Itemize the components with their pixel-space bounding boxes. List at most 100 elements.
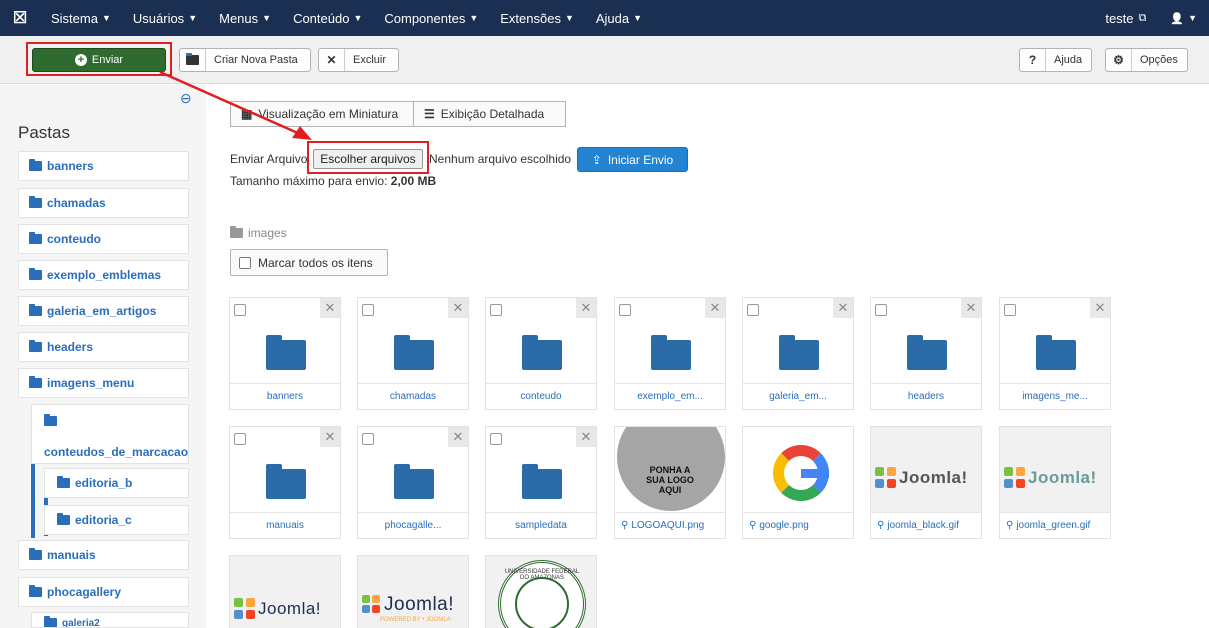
folder-icon xyxy=(230,226,243,238)
sidebar-folder[interactable]: galeria2 xyxy=(31,612,189,628)
delete-button[interactable]: ✕ Excluir xyxy=(318,48,399,72)
menu-extensoes[interactable]: Extensões ▼ xyxy=(489,0,585,36)
collapse-sidebar-icon[interactable]: ⊖ xyxy=(180,90,192,107)
user-menu[interactable]: 👤 ▼ xyxy=(1158,0,1209,36)
current-path[interactable]: images xyxy=(230,226,287,240)
folder-thumbnail[interactable]: ✕ phocagalle... xyxy=(357,426,469,539)
delete-item-icon[interactable]: ✕ xyxy=(705,298,725,318)
caret-down-icon: ▼ xyxy=(633,13,643,23)
folder-icon xyxy=(522,335,562,370)
new-folder-button[interactable]: Criar Nova Pasta xyxy=(179,48,311,72)
max-upload-size: Tamanho máximo para envio: 2,00 MB xyxy=(230,174,437,188)
sidebar-folder[interactable]: exemplo_emblemas xyxy=(18,260,189,290)
item-checkbox[interactable] xyxy=(362,433,374,445)
question-icon: ? xyxy=(1020,49,1046,71)
annotation-arrow-head xyxy=(292,126,312,140)
upload-file-label: Enviar Arquivo xyxy=(230,152,308,166)
delete-item-icon[interactable]: ✕ xyxy=(448,298,468,318)
item-checkbox[interactable] xyxy=(490,304,502,316)
folder-thumbnail[interactable]: ✕ manuais xyxy=(229,426,341,539)
site-link[interactable]: teste ⧉ xyxy=(1093,0,1158,36)
item-checkbox[interactable] xyxy=(362,304,374,316)
image-thumbnail[interactable]: Joomla! ⚲ joomla_green.gif xyxy=(999,426,1111,539)
folder-thumbnail[interactable]: ✕ exemplo_em... xyxy=(614,297,726,410)
item-checkbox[interactable] xyxy=(619,304,631,316)
joomla-black-logo-image: Joomla! xyxy=(875,467,979,489)
folder-icon xyxy=(57,476,70,488)
image-preview: Joomla! xyxy=(230,556,340,628)
start-upload-button[interactable]: ⇪ Iniciar Envio xyxy=(577,147,688,172)
magnifier-icon: ⚲ xyxy=(621,520,629,531)
folder-icon xyxy=(57,513,70,525)
sidebar-folder[interactable]: chamadas xyxy=(18,188,189,218)
folder-thumbnail[interactable]: ✕ conteudo xyxy=(485,297,597,410)
sidebar-folder[interactable]: banners xyxy=(18,151,189,181)
item-checkbox[interactable] xyxy=(1004,304,1016,316)
sidebar-folder[interactable]: manuais xyxy=(18,540,189,570)
sidebar-folder[interactable]: imagens_menu xyxy=(18,368,189,398)
delete-item-icon[interactable]: ✕ xyxy=(320,427,340,447)
image-thumbnail[interactable]: ⚲ google.png xyxy=(742,426,854,539)
menu-usuarios[interactable]: Usuários ▼ xyxy=(122,0,208,36)
delete-item-icon[interactable]: ✕ xyxy=(576,427,596,447)
item-checkbox[interactable] xyxy=(747,304,759,316)
image-thumbnail[interactable]: Joomla! POWERED BY • JOOMLA xyxy=(357,555,469,628)
menu-componentes[interactable]: Componentes ▼ xyxy=(373,0,489,36)
menu-ajuda[interactable]: Ajuda ▼ xyxy=(585,0,653,36)
item-checkbox[interactable] xyxy=(875,304,887,316)
logo-placeholder-text: PONHA A SUA LOGO AQUI xyxy=(646,465,694,495)
folder-thumbnail[interactable]: ✕ imagens_me... xyxy=(999,297,1111,410)
menu-sistema[interactable]: Sistema ▼ xyxy=(40,0,122,36)
image-preview xyxy=(743,427,853,513)
folder-thumbnail[interactable]: ✕ chamadas xyxy=(357,297,469,410)
no-file-chosen-text: Nenhum arquivo escolhido xyxy=(429,152,572,166)
delete-item-icon[interactable]: ✕ xyxy=(320,298,340,318)
sidebar-folder[interactable]: editoria_b xyxy=(44,468,189,498)
caret-down-icon: ▼ xyxy=(353,13,363,23)
image-preview: UNIVERSIDADE FEDERAL DO AMAZONAS xyxy=(486,556,596,628)
image-thumbnail[interactable]: Joomla! ⚲ joomla_black.gif xyxy=(870,426,982,539)
delete-item-icon[interactable]: ✕ xyxy=(576,298,596,318)
grid-icon: ▦ xyxy=(241,107,253,121)
delete-item-icon[interactable]: ✕ xyxy=(833,298,853,318)
folder-icon xyxy=(29,232,42,244)
folder-thumbnail[interactable]: ✕ sampledata xyxy=(485,426,597,539)
menu-conteudo[interactable]: Conteúdo ▼ xyxy=(282,0,373,36)
folder-icon xyxy=(1036,335,1076,370)
upload-icon: ⇪ xyxy=(591,152,602,167)
image-thumbnail[interactable]: PONHA A SUA LOGO AQUI ⚲ LOGOAQUI.png xyxy=(614,426,726,539)
folder-thumbnail[interactable]: ✕ galeria_em... xyxy=(742,297,854,410)
sidebar-folder[interactable]: phocagallery xyxy=(18,577,189,607)
magnifier-icon: ⚲ xyxy=(877,520,885,531)
folder-icon xyxy=(44,413,57,426)
sidebar-folder[interactable]: galeria_em_artigos xyxy=(18,296,189,326)
sidebar-folder[interactable]: conteudo xyxy=(18,224,189,254)
folder-icon xyxy=(907,335,947,370)
joomla-logo-image: Joomla! xyxy=(234,598,338,620)
joomla-logo-icon[interactable]: ☒ xyxy=(0,0,40,36)
item-checkbox[interactable] xyxy=(490,433,502,445)
delete-item-icon[interactable]: ✕ xyxy=(961,298,981,318)
folder-icon xyxy=(29,196,42,208)
check-all-button[interactable]: Marcar todos os itens xyxy=(230,249,388,276)
delete-item-icon[interactable]: ✕ xyxy=(1090,298,1110,318)
help-button[interactable]: ? Ajuda xyxy=(1019,48,1092,72)
item-checkbox[interactable] xyxy=(234,433,246,445)
thumbnail-view-button[interactable]: ▦ Visualização em Miniatura xyxy=(230,101,414,127)
menu-menus[interactable]: Menus ▼ xyxy=(208,0,282,36)
folder-thumbnail[interactable]: ✕ headers xyxy=(870,297,982,410)
sidebar-folder[interactable]: editoria_c xyxy=(44,505,189,535)
sidebar-folder[interactable]: headers xyxy=(18,332,189,362)
image-thumbnail[interactable]: UNIVERSIDADE FEDERAL DO AMAZONAS xyxy=(485,555,597,628)
options-button[interactable]: ⚙ Opções xyxy=(1105,48,1188,72)
folder-thumbnail[interactable]: ✕ banners xyxy=(229,297,341,410)
list-icon: ☰ xyxy=(424,107,435,121)
sidebar-folder[interactable]: conteudos_de_marcacao xyxy=(31,404,189,464)
item-checkbox[interactable] xyxy=(234,304,246,316)
folder-icon xyxy=(779,335,819,370)
folder-icon xyxy=(651,335,691,370)
detail-view-button[interactable]: ☰ Exibição Detalhada xyxy=(413,101,566,127)
folder-icon xyxy=(29,585,42,597)
image-thumbnail[interactable]: Joomla! xyxy=(229,555,341,628)
delete-item-icon[interactable]: ✕ xyxy=(448,427,468,447)
